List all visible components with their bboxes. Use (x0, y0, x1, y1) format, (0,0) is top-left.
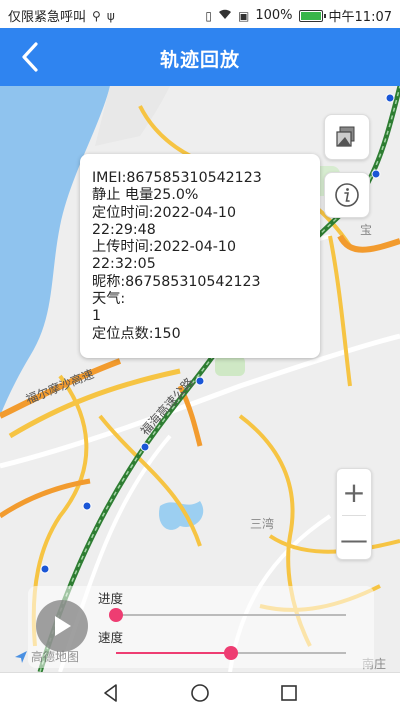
speed-label: 速度 (98, 630, 124, 645)
zoom-in-button[interactable]: + (337, 469, 371, 515)
nav-recent-icon[interactable] (278, 682, 300, 704)
sim-icon: ▣ (238, 8, 250, 23)
system-nav-bar (0, 672, 400, 712)
nav-back-icon[interactable] (100, 682, 122, 704)
nav-home-icon[interactable] (189, 682, 211, 704)
title-bar: 轨迹回放 (0, 28, 400, 86)
popup-line-locate-clock: 22:29:48 (92, 221, 156, 238)
navigation-arrow-icon (15, 650, 27, 663)
popup-line-upload-clock: 22:32:05 (92, 256, 156, 273)
popup-line-nickname: 昵称:867585310542123 (92, 273, 261, 290)
speed-slider[interactable] (116, 646, 346, 660)
info-button[interactable] (324, 172, 370, 218)
zoom-out-button[interactable]: — (337, 516, 371, 562)
speed-slider-thumb[interactable] (224, 646, 238, 660)
battery-percent: 100% (255, 8, 293, 23)
progress-slider-thumb[interactable] (109, 608, 123, 622)
popup-line-weather-value: 1 (92, 308, 102, 325)
map-view[interactable]: 福尔摩沙高速 福海高速公路 宝 三湾 南庄 IMEI:8675853105421… (0, 86, 400, 672)
map-logo: 高德地图 (14, 648, 79, 665)
popup-line-upload-time: 上传时间:2022-04-10 (92, 239, 236, 256)
clock: 中午11:07 (328, 10, 392, 25)
page-title: 轨迹回放 (159, 49, 240, 71)
progress-slider[interactable] (109, 608, 346, 622)
playback-panel: 进度 速度 (28, 586, 374, 668)
usb-debug-icon: ψ (106, 8, 115, 23)
popup-line-point-count: 定位点数:150 (92, 325, 181, 342)
usb-icon: ⚲ (92, 8, 101, 23)
vibrate-icon: ▯ (205, 8, 213, 23)
place-label-2: 三湾 (250, 516, 274, 531)
status-bar: 仅限紧急呼叫 ⚲ ψ ▯ ▣ 100% 中午11:07 (0, 0, 400, 28)
wifi-icon (218, 8, 232, 23)
info-popup: IMEI:867585310542123 静止 电量25.0% 定位时间:202… (80, 154, 320, 358)
zoom-control: + — (336, 468, 372, 560)
layers-icon (336, 126, 355, 147)
popup-line-status: 静止 电量25.0% (92, 187, 199, 204)
popup-line-weather: 天气: (92, 291, 126, 308)
map-logo-text: 高德地图 (31, 650, 80, 664)
play-icon (55, 616, 71, 636)
map-layers-button[interactable] (324, 114, 370, 160)
play-button[interactable] (36, 600, 88, 652)
battery-icon (298, 9, 326, 22)
place-label-1: 宝 (360, 223, 372, 237)
info-icon (335, 183, 359, 207)
popup-line-locate-time: 定位时间:2022-04-10 (92, 204, 236, 221)
carrier-text: 仅限紧急呼叫 (8, 10, 87, 25)
progress-label: 进度 (98, 591, 124, 606)
popup-line-imei: IMEI:867585310542123 (92, 170, 262, 186)
